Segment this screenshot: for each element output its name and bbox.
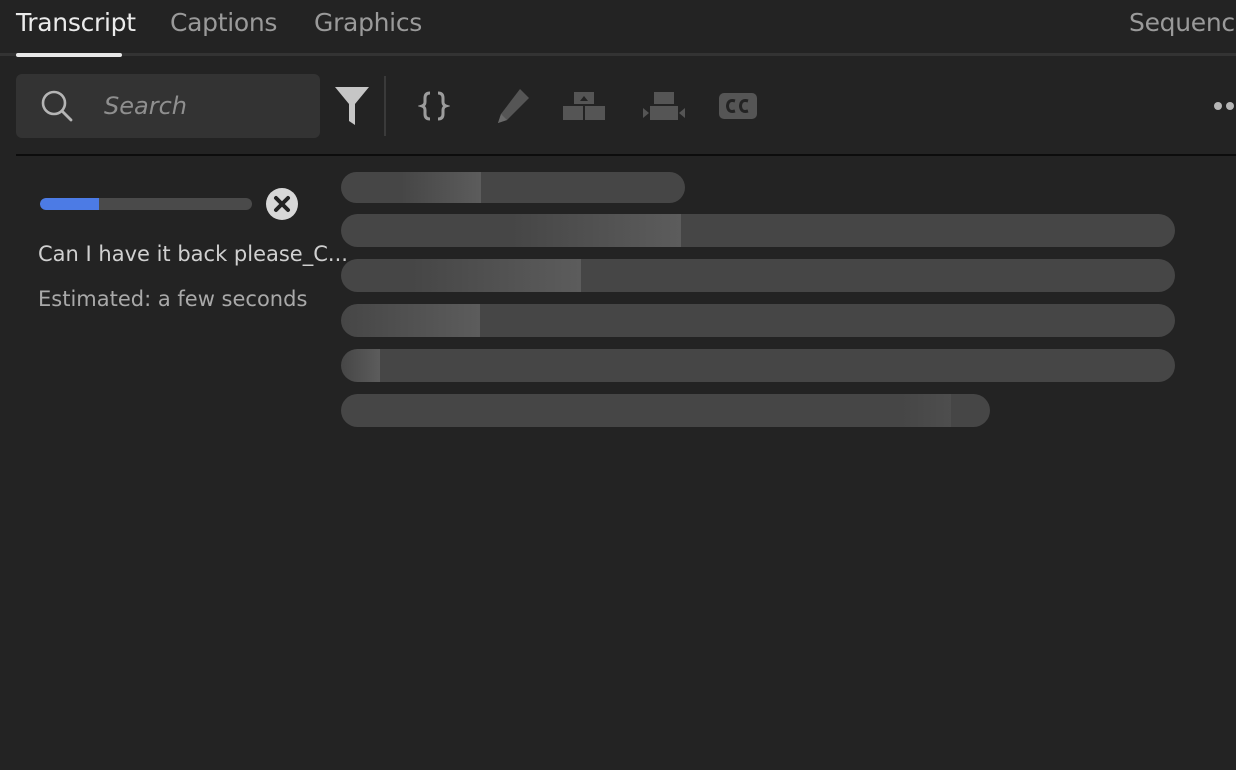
transcript-skeleton-line — [341, 214, 1175, 247]
closed-captions-button[interactable] — [718, 84, 758, 128]
transcript-skeleton-line — [341, 394, 990, 427]
more-icon — [1214, 102, 1234, 110]
split-segment-icon — [643, 92, 685, 120]
transcript-panel: Transcript Captions Graphics Sequence — [0, 0, 1236, 770]
tab-transcript[interactable]: Transcript — [16, 8, 136, 37]
transcript-skeleton-line — [341, 304, 1175, 337]
transcript-skeleton-line — [341, 259, 1175, 292]
split-segment-button[interactable] — [642, 84, 686, 128]
transcript-skeleton-line — [341, 349, 1175, 382]
more-options-button[interactable] — [1212, 84, 1236, 128]
transcribe-filename: Can I have it back please_C... — [38, 242, 348, 266]
tab-sequence[interactable]: Sequence — [1129, 8, 1236, 37]
filter-button[interactable] — [333, 84, 371, 128]
edit-button[interactable] — [494, 84, 532, 128]
merge-segments-icon — [563, 92, 605, 120]
search-input[interactable] — [104, 86, 304, 126]
cancel-transcription-button[interactable] — [265, 187, 299, 221]
pencil-icon — [498, 89, 529, 123]
search-icon — [41, 90, 73, 122]
transcribe-progress-fill — [40, 198, 100, 210]
toolbar-divider-bottom — [16, 154, 1236, 156]
transcript-skeleton-line — [341, 172, 685, 203]
toolbar-divider — [384, 76, 386, 136]
filter-icon — [335, 87, 369, 125]
code-braces-icon — [418, 91, 450, 121]
code-braces-button[interactable] — [418, 84, 450, 128]
transcribe-estimated-time: Estimated: a few seconds — [38, 287, 308, 311]
cc-icon — [719, 93, 757, 119]
active-tab-indicator — [16, 53, 122, 57]
tab-graphics[interactable]: Graphics — [314, 8, 422, 37]
search-box[interactable] — [16, 74, 320, 138]
tab-bar: Transcript Captions Graphics Sequence — [0, 0, 1236, 57]
tab-captions[interactable]: Captions — [170, 8, 277, 37]
transcribe-progress-bar — [40, 198, 252, 210]
tab-bar-divider — [0, 53, 1236, 56]
merge-segments-button[interactable] — [562, 84, 606, 128]
